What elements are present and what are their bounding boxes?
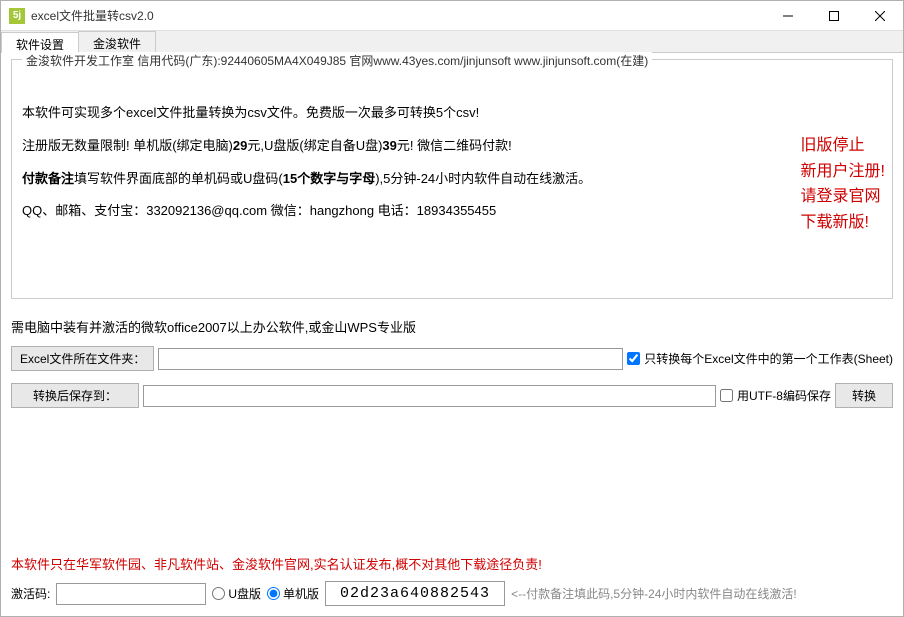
usb-radio[interactable] <box>212 587 225 600</box>
utf8-checkbox-wrap[interactable]: 用UTF-8编码保存 <box>720 387 831 404</box>
app-window: 5j excel文件批量转csv2.0 软件设置 金浚软件 金浚软件开发工作室 … <box>0 0 904 617</box>
info-groupbox: 金浚软件开发工作室 信用代码(广东):92440605MA4X049J85 官网… <box>11 59 893 299</box>
info-legend: 金浚软件开发工作室 信用代码(广东):92440605MA4X049J85 官网… <box>22 52 652 69</box>
maximize-button[interactable] <box>811 1 857 31</box>
target-folder-input[interactable] <box>143 385 716 407</box>
machine-code: 02d23a640882543 <box>325 581 505 606</box>
source-folder-row: Excel文件所在文件夹： 只转换每个Excel文件中的第一个工作表(Sheet… <box>11 346 893 371</box>
activation-hint: <--付款备注填此码,5分钟-24小时内软件自动在线激活! <box>511 585 797 602</box>
info-line-2: 注册版无数量限制! 单机版(绑定电脑)29元,U盘版(绑定自备U盘)39元! 微… <box>22 136 882 157</box>
source-folder-button[interactable]: Excel文件所在文件夹： <box>11 346 154 371</box>
info-line-1: 本软件可实现多个excel文件批量转换为csv文件。免费版一次最多可转换5个cs… <box>22 103 882 124</box>
window-title: excel文件批量转csv2.0 <box>31 7 765 24</box>
activation-row: 激活码: U盘版 单机版 02d23a640882543 <--付款备注填此码,… <box>11 581 893 610</box>
info-line-4: QQ、邮箱、支付宝：332092136@qq.com 微信：hangzhong … <box>22 201 882 222</box>
usb-radio-wrap[interactable]: U盘版 <box>212 585 261 602</box>
source-folder-input[interactable] <box>158 348 623 370</box>
first-sheet-checkbox[interactable] <box>627 352 640 365</box>
titlebar: 5j excel文件批量转csv2.0 <box>1 1 903 31</box>
warning-text: 本软件只在华军软件园、非凡软件站、金浚软件官网,实名认证发布,概不对其他下载途径… <box>11 554 893 573</box>
pc-radio-wrap[interactable]: 单机版 <box>267 585 319 602</box>
tab-jinjun[interactable]: 金浚软件 <box>78 31 156 52</box>
minimize-button[interactable] <box>765 1 811 31</box>
side-notice: 旧版停止 新用户注册! 请登录官网 下载新版! <box>801 133 885 235</box>
activation-input[interactable] <box>56 583 206 605</box>
requirement-text: 需电脑中装有并激活的微软office2007以上办公软件,或金山WPS专业版 <box>11 317 893 336</box>
first-sheet-checkbox-wrap[interactable]: 只转换每个Excel文件中的第一个工作表(Sheet) <box>627 350 893 367</box>
content-area: 金浚软件开发工作室 信用代码(广东):92440605MA4X049J85 官网… <box>1 53 903 616</box>
first-sheet-label: 只转换每个Excel文件中的第一个工作表(Sheet) <box>644 350 893 367</box>
utf8-label: 用UTF-8编码保存 <box>737 387 831 404</box>
target-folder-row: 转换后保存到： 用UTF-8编码保存 转换 <box>11 383 893 408</box>
target-folder-button[interactable]: 转换后保存到： <box>11 383 139 408</box>
utf8-checkbox[interactable] <box>720 389 733 402</box>
tab-bar: 软件设置 金浚软件 <box>1 31 903 53</box>
pc-radio-label: 单机版 <box>283 585 319 602</box>
usb-radio-label: U盘版 <box>228 585 261 602</box>
activation-label: 激活码: <box>11 585 50 602</box>
close-button[interactable] <box>857 1 903 31</box>
info-line-3: 付款备注填写软件界面底部的单机码或U盘码(15个数字与字母),5分钟-24小时内… <box>22 169 882 190</box>
pc-radio[interactable] <box>267 587 280 600</box>
tab-settings[interactable]: 软件设置 <box>1 32 79 53</box>
app-icon: 5j <box>9 8 25 24</box>
convert-button[interactable]: 转换 <box>835 383 893 408</box>
